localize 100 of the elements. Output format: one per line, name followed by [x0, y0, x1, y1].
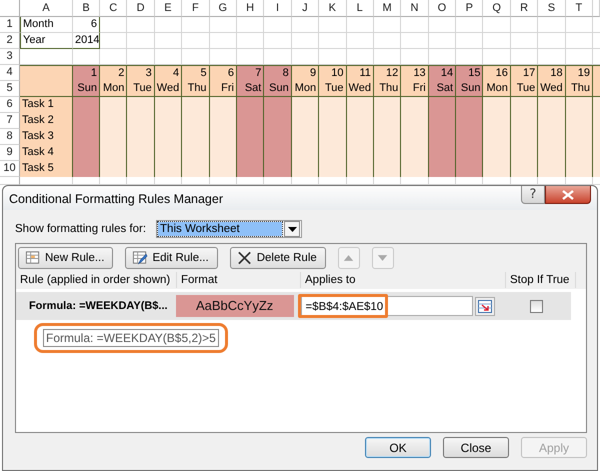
sheet-cell: Thu: [182, 81, 210, 97]
column-header[interactable]: M: [374, 0, 402, 17]
column-header[interactable]: J: [292, 0, 320, 17]
dropdown-arrow-icon: [288, 226, 297, 232]
column-header[interactable]: N: [401, 0, 429, 17]
row-header[interactable]: 7: [0, 113, 20, 129]
column-header[interactable]: G: [210, 0, 237, 17]
sheet-cell: Wed: [346, 81, 374, 97]
sheet-cell: [456, 33, 484, 49]
sheet-cell: [346, 33, 374, 49]
sheet-cell: [182, 17, 210, 33]
sheet-cell: [483, 33, 511, 49]
sheet-cell: [319, 33, 347, 49]
column-header[interactable]: E: [154, 0, 182, 17]
row-header[interactable]: 3: [0, 49, 20, 65]
sheet-cell: Sun: [73, 81, 100, 97]
sheet-cell: 16: [483, 65, 511, 81]
stop-if-true-checkbox[interactable]: [530, 300, 543, 312]
column-header[interactable]: B: [73, 0, 100, 17]
row-header[interactable]: 2: [0, 33, 20, 49]
row-header[interactable]: 10: [0, 161, 20, 177]
tooltip: Formula: =WEEKDAY(B$5,2)>5: [43, 329, 219, 347]
applies-to-field[interactable]: =$B$4:$AE$10: [301, 296, 474, 316]
sheet-cell: [292, 17, 320, 33]
sheet-cell: [236, 33, 264, 49]
sheet-cell: 7: [236, 65, 264, 81]
column-header[interactable]: H: [236, 0, 264, 17]
rules-scope-dropdown[interactable]: This Worksheet: [156, 220, 302, 238]
row-header[interactable]: [0, 177, 20, 185]
column-header[interactable]: S: [538, 0, 566, 17]
column-header[interactable]: P: [456, 0, 484, 17]
sheet-cell: [538, 33, 566, 49]
sheet-cell: [428, 17, 456, 33]
sheet-cell: [154, 17, 182, 33]
field-label: Show formatting rules for:: [15, 223, 146, 235]
column-header: Rule (applied in order shown): [16, 272, 177, 288]
sheet-cell: 10: [319, 65, 347, 81]
delete-rule-button[interactable]: Delete Rule: [230, 247, 326, 269]
sheet-cell: Fri: [401, 81, 429, 97]
sheet-cell: 1: [73, 65, 100, 81]
row-header[interactable]: 8: [0, 129, 20, 145]
sheet-cell: Month: [20, 17, 73, 33]
dialog-button[interactable]: Close: [443, 437, 509, 458]
sheet-cell: [566, 17, 594, 33]
sheet-cell: [264, 33, 292, 49]
row-header[interactable]: 5: [0, 81, 20, 97]
help-button[interactable]: ?: [521, 186, 545, 204]
sheet-cell: 2: [100, 65, 128, 81]
dialog-button[interactable]: OK: [365, 437, 431, 458]
column-header[interactable]: R: [510, 0, 538, 17]
format-preview: AaBbCcYyZz: [176, 295, 294, 317]
column-header[interactable]: K: [319, 0, 347, 17]
sheet-cell: Year: [20, 33, 73, 49]
sheet-cell: Tue: [319, 81, 347, 97]
sheet-cell: [319, 17, 347, 33]
sheet-cell: 12: [374, 65, 402, 81]
row-header[interactable]: 4: [0, 65, 20, 81]
sheet-cell: Thu: [566, 81, 594, 97]
sheet-cell: 6: [210, 65, 237, 81]
sheet-cell: 8: [264, 65, 292, 81]
close-button[interactable]: [545, 186, 591, 204]
column-header[interactable]: C: [100, 0, 128, 17]
column-header[interactable]: Q: [483, 0, 511, 17]
sheet-cell: Tue: [127, 81, 155, 97]
sheet-cell: [401, 17, 429, 33]
sheet-cell: 11: [346, 65, 374, 81]
sheet-cell: [127, 17, 155, 33]
new-rule-button[interactable]: New Rule...: [18, 247, 114, 269]
rule-row[interactable]: Formula: =WEEKDAY(B$... AaBbCcYyZz =$B$4:$AE$10: [16, 292, 571, 320]
select-all-corner[interactable]: [0, 0, 20, 17]
sheet-cell: [346, 17, 374, 33]
sheet-cell: Wed: [154, 81, 182, 97]
column-header: Format: [177, 272, 301, 288]
sheet-cell: Task 5: [20, 161, 73, 177]
column-header[interactable]: T: [566, 0, 594, 17]
column-header[interactable]: D: [127, 0, 155, 17]
sheet-cell: [236, 17, 264, 33]
column-header[interactable]: F: [182, 0, 210, 17]
sheet-cell: Mon: [483, 81, 511, 97]
row-header[interactable]: 1: [0, 17, 20, 33]
column-header[interactable]: I: [264, 0, 292, 17]
window-title: Conditional Formatting Rules Manager: [9, 192, 224, 206]
edit-rule-icon: [132, 250, 148, 266]
sheet-cell: 2014: [73, 33, 100, 49]
edit-rule-button[interactable]: Edit Rule...: [125, 247, 218, 269]
row-header[interactable]: 6: [0, 97, 20, 113]
sheet-cell: Sun: [456, 81, 484, 97]
row-header[interactable]: 9: [0, 145, 20, 161]
range-picker-button[interactable]: [475, 296, 496, 316]
sheet-cell: Thu: [374, 81, 402, 97]
column-header[interactable]: O: [428, 0, 456, 17]
sheet-cell: 6: [73, 17, 100, 33]
sheet-cell: 13: [401, 65, 429, 81]
close-icon: [562, 190, 574, 200]
column-header[interactable]: L: [346, 0, 374, 17]
column-header[interactable]: A: [20, 0, 73, 17]
sheet-cell: Fri: [210, 81, 237, 97]
sheet-cell: [428, 33, 456, 49]
rule-text: Formula: =WEEKDAY(B$...: [28, 300, 168, 312]
column-header[interactable]: [593, 0, 600, 17]
